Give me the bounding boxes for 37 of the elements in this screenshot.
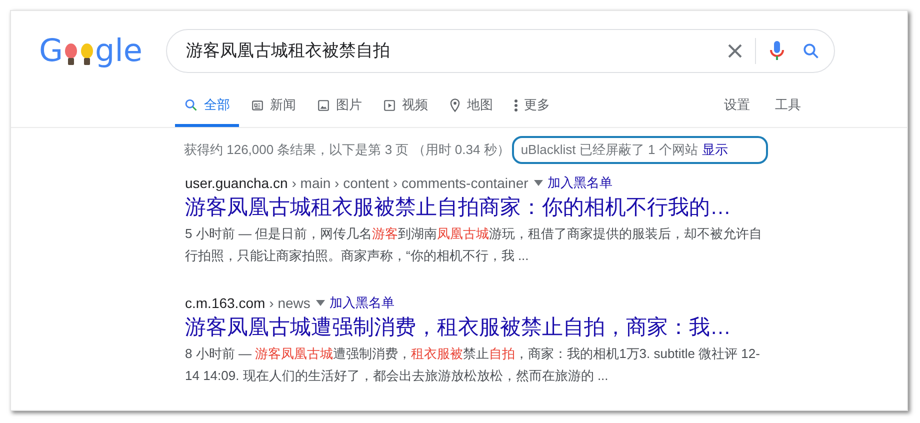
nav-tab[interactable]: 新闻: [242, 86, 305, 127]
search-field[interactable]: 游客凤凰古城租衣被禁自拍: [166, 29, 835, 73]
image-icon: [317, 98, 330, 112]
blacklist-link[interactable]: 加入黑名单: [329, 292, 394, 312]
blocked-notice: uBlacklist 已经屏蔽了 1 个网站: [520, 141, 698, 159]
nav-tab[interactable]: 全部: [175, 86, 239, 127]
result-snippet: 5 小时前 — 但是日前，网传几名游客到湖南凤凰古城游玩，租借了商家提供的服装后，却不被允许自行拍照，只能让商家拍照。商家声称，“你的相机不行，我 ...: [185, 224, 764, 264]
dots-icon: [514, 98, 518, 112]
show-link[interactable]: 显示: [702, 140, 728, 160]
caret-icon[interactable]: [316, 300, 326, 306]
toolbar-link[interactable]: 设置: [724, 86, 750, 127]
newspaper-icon: [251, 98, 264, 112]
result-snippet: 8 小时前 — 游客凤凰古城遭强制消费，租衣服被禁止自拍，商家：我的相机1万3. subtitle 微社评 12-14 14:09. 现在人们的生活好了，都会出去旅游放松放松，然而在旅游的 ...: [185, 344, 761, 384]
result-breadcrumb: › news: [269, 294, 310, 312]
logo-text: gle: [95, 36, 142, 66]
caret-icon[interactable]: [534, 180, 544, 186]
blacklist-link[interactable]: 加入黑名单: [547, 172, 612, 192]
play-icon: [383, 98, 396, 112]
result-breadcrumb: › main › content › comments-container: [292, 174, 528, 192]
logo-text: G: [39, 36, 64, 66]
microphone-icon[interactable]: [770, 40, 784, 62]
map-pin-icon: [449, 98, 461, 112]
close-icon[interactable]: [727, 43, 743, 59]
nav-tab[interactable]: 地图: [440, 86, 502, 127]
bulb-icon: [80, 42, 94, 66]
nav-tab[interactable]: 更多: [505, 86, 559, 127]
toolbar-link[interactable]: 工具: [775, 86, 801, 127]
nav-tab[interactable]: 图片: [308, 86, 371, 127]
search-icon[interactable]: [802, 42, 820, 60]
result-title[interactable]: 游客凤凰古城租衣服被禁止自拍商家：你的相机不行我的…: [185, 192, 787, 222]
result-site: user.guancha.cn: [185, 174, 288, 192]
result-stats: 获得约 126,000 条结果，以下是第 3 页 （用时 0.34 秒）: [184, 141, 510, 159]
nav-tab[interactable]: 视频: [374, 86, 437, 127]
bulb-icon: [64, 42, 78, 66]
search-icon: [184, 98, 198, 112]
result-title[interactable]: 游客凤凰古城遭强制消费，租衣服被禁止自拍，商家：我…: [185, 312, 787, 342]
result-site: c.m.163.com: [185, 294, 266, 312]
